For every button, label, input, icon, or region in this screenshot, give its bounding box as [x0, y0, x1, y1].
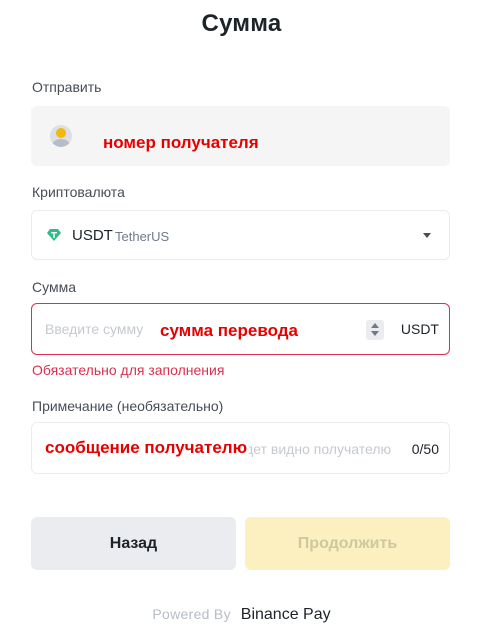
note-annotation: сообщение получателю [45, 438, 250, 458]
powered-by-text: Powered By [152, 606, 231, 622]
amount-error: Обязательно для заполнения [32, 362, 225, 378]
note-counter: 0/50 [411, 441, 439, 457]
continue-button[interactable]: Продолжить [245, 517, 450, 570]
stepper-down-icon[interactable] [371, 331, 379, 336]
chevron-down-icon [423, 233, 431, 238]
amount-annotation: сумма перевода [160, 321, 298, 340]
crypto-label: Криптовалюта [32, 184, 125, 200]
note-placeholder: Будет видно получателю [229, 441, 391, 457]
back-button[interactable]: Назад [31, 517, 236, 570]
amount-unit: USDT [400, 321, 439, 337]
avatar-icon [50, 125, 72, 147]
amount-stepper[interactable] [366, 320, 384, 340]
footer: Powered By Binance Pay [0, 606, 483, 624]
crypto-select[interactable]: USDT TetherUS [31, 210, 450, 260]
tether-icon [47, 229, 61, 241]
crypto-ticker: USDT [72, 227, 113, 244]
note-input[interactable]: Будет видно получателю сообщение получат… [31, 422, 450, 474]
recipient-field[interactable]: номер получателя [31, 106, 450, 166]
brand-name: Binance Pay [240, 606, 331, 623]
recipient-annotation: номер получателя [103, 133, 259, 152]
note-label: Примечание (необязательно) [32, 398, 224, 414]
amount-label: Сумма [32, 279, 76, 295]
page-title: Сумма [201, 10, 282, 37]
stepper-up-icon[interactable] [371, 323, 379, 328]
crypto-fullname: TetherUS [115, 229, 170, 244]
send-label: Отправить [32, 79, 102, 95]
amount-input[interactable]: Введите сумму сумма перевода USDT [31, 303, 450, 355]
amount-placeholder: Введите сумму [45, 321, 144, 337]
